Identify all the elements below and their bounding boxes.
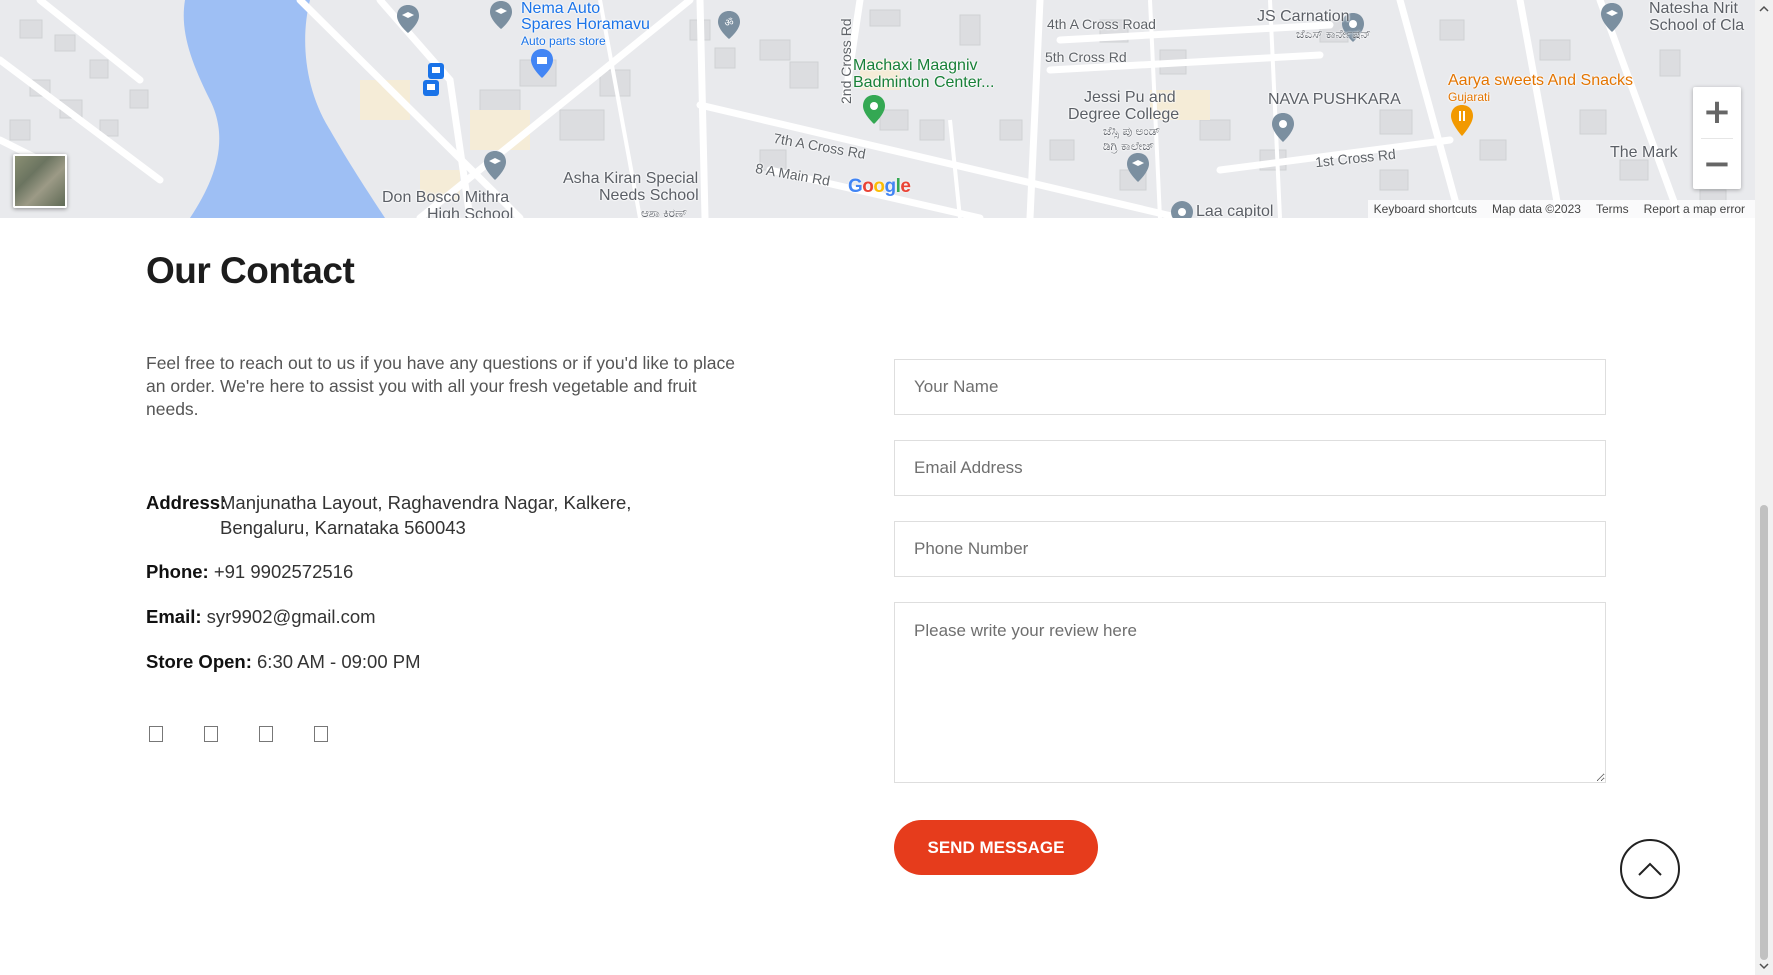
map-label[interactable]: Badminton Center...	[853, 74, 994, 91]
map-road-label: 4th A Cross Road	[1047, 16, 1156, 32]
map-label[interactable]: Needs School	[599, 187, 699, 204]
store-hours-row: Store Open: 6:30 AM - 09:00 PM	[146, 649, 421, 674]
zoom-out-button[interactable]: −	[1693, 139, 1741, 189]
map-label[interactable]: Jessi Pu and	[1084, 89, 1176, 106]
email-label: Email:	[146, 606, 202, 627]
map-label: ಜೆಎಸ್ ಕಾರ್ನೇಷನ್	[1296, 27, 1372, 41]
map-label[interactable]: High School	[427, 206, 513, 218]
map-road-label: 5th Cross Rd	[1045, 49, 1127, 65]
report-map-error-link[interactable]: Report a map error	[1644, 202, 1745, 216]
map-label[interactable]: Laa capitol	[1196, 203, 1273, 218]
shopping-pin-icon[interactable]	[530, 48, 554, 80]
svg-text:ॐ: ॐ	[724, 17, 733, 29]
page-title: Our Contact	[146, 250, 355, 291]
name-input[interactable]	[894, 359, 1606, 415]
map-label[interactable]: Spares Horamavu	[521, 16, 650, 33]
school-pin-icon[interactable]	[489, 0, 513, 30]
map-label: Gujarati	[1448, 90, 1491, 104]
youtube-icon[interactable]	[314, 726, 328, 742]
send-message-button[interactable]: SEND MESSAGE	[894, 820, 1098, 875]
phone-input[interactable]	[894, 521, 1606, 577]
temple-pin-icon[interactable]: ॐ	[717, 10, 741, 40]
phone-row: Phone: +91 9902572516	[146, 559, 353, 584]
map-label[interactable]: Degree College	[1068, 106, 1179, 123]
school-pin-icon[interactable]	[483, 150, 507, 182]
zoom-in-button[interactable]: +	[1693, 87, 1741, 137]
chevron-up-icon	[1638, 862, 1662, 876]
address-value: Manjunatha Layout, Raghavendra Nagar, Ka…	[220, 490, 640, 540]
map-label[interactable]: Natesha Nrit	[1649, 0, 1738, 17]
satellite-toggle-button[interactable]	[13, 154, 67, 208]
store-hours-value: 6:30 AM - 09:00 PM	[257, 651, 421, 672]
map-label[interactable]: NAVA PUSHKARA	[1268, 91, 1401, 108]
terms-link[interactable]: Terms	[1596, 202, 1629, 216]
map-label[interactable]: JS Carnation	[1257, 8, 1350, 25]
zoom-control: + −	[1693, 87, 1741, 189]
page-scrollbar[interactable]	[1755, 0, 1773, 975]
google-logo: Google	[848, 176, 911, 197]
email-row: Email: syr9902@gmail.com	[146, 604, 376, 629]
review-textarea[interactable]	[894, 602, 1606, 783]
address-line: Manjunatha Layout, Raghavendra Nagar, Ka…	[220, 492, 632, 513]
address-row: Address: Manjunatha Layout, Raghavendra …	[146, 490, 746, 542]
embedded-map[interactable]: ॐ Nema Auto Spares Horamavu Auto parts s…	[0, 0, 1755, 218]
map-label[interactable]: Don Bosco Mithra	[382, 189, 509, 206]
bus-stop-icon[interactable]	[428, 63, 444, 79]
map-label: ಡಿಗ್ರಿ ಕಾಲೇಜ್	[1103, 139, 1155, 153]
scroll-up-arrow-icon[interactable]	[1759, 4, 1769, 14]
map-label[interactable]: School of Cla	[1649, 17, 1744, 34]
map-data-text: Map data ©2023	[1492, 202, 1581, 216]
facebook-icon[interactable]	[149, 726, 163, 742]
school-pin-icon[interactable]	[396, 4, 420, 34]
map-label[interactable]: Machaxi Maagniv	[853, 57, 978, 74]
map-label: ಆಶಾ ಕಿರಣ್	[641, 206, 688, 218]
keyboard-shortcuts-link[interactable]: Keyboard shortcuts	[1374, 202, 1477, 216]
map-label[interactable]: Aarya sweets And Snacks	[1448, 72, 1633, 89]
map-road-label: 2nd Cross Rd	[838, 18, 854, 104]
map-label[interactable]: Nema Auto	[521, 0, 600, 17]
map-label[interactable]: Auto parts store	[521, 33, 606, 50]
sports-pin-icon[interactable]	[862, 94, 886, 126]
scrollbar-thumb[interactable]	[1760, 505, 1768, 960]
contact-intro-text: Feel free to reach out to us if you have…	[146, 353, 735, 419]
store-hours-label: Store Open:	[146, 651, 252, 672]
restaurant-pin-icon[interactable]	[1450, 104, 1474, 138]
address-line: Bengaluru, Karnataka 560043	[220, 517, 466, 538]
scroll-down-arrow-icon[interactable]	[1759, 961, 1769, 971]
email-value[interactable]: syr9902@gmail.com	[207, 606, 376, 627]
twitter-icon[interactable]	[204, 726, 218, 742]
pin-icon[interactable]	[1170, 200, 1194, 218]
address-label: Address:	[146, 492, 227, 513]
phone-label: Phone:	[146, 561, 209, 582]
email-input[interactable]	[894, 440, 1606, 496]
scroll-to-top-button[interactable]	[1620, 839, 1680, 899]
bus-stop-icon[interactable]	[423, 80, 439, 96]
map-label[interactable]: Asha Kiran Special	[563, 170, 698, 187]
phone-value[interactable]: +91 9902572516	[214, 561, 353, 582]
school-pin-icon[interactable]	[1126, 152, 1150, 184]
school-pin-icon[interactable]	[1600, 2, 1624, 34]
map-label[interactable]: The Mark	[1610, 144, 1678, 161]
map-footer: Keyboard shortcuts Map data ©2023 Terms …	[1367, 200, 1755, 218]
pin-icon[interactable]	[1271, 112, 1295, 144]
instagram-icon[interactable]	[259, 726, 273, 742]
